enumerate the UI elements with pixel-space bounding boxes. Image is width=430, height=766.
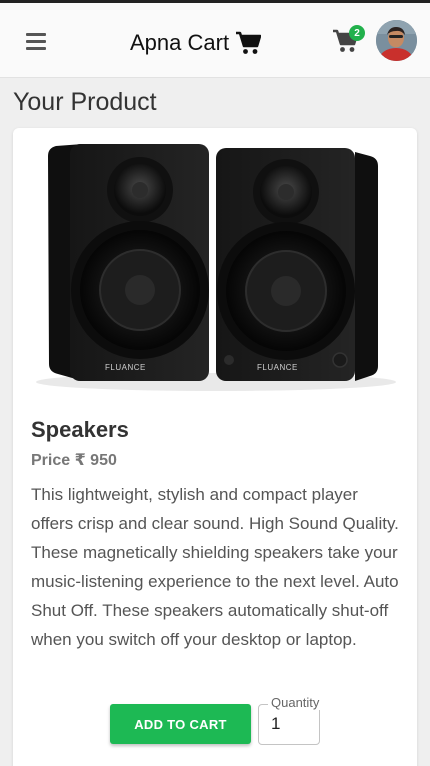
quantity-input[interactable]: [259, 705, 317, 742]
app-root: Apna Cart 2 Your Product FLUANCE FLUANCE…: [0, 0, 430, 766]
hamburger-menu-icon[interactable]: [24, 29, 48, 53]
app-header: Apna Cart 2: [0, 3, 430, 78]
svg-text:FLUANCE: FLUANCE: [105, 363, 146, 372]
user-avatar[interactable]: [376, 20, 417, 61]
product-card: FLUANCE FLUANCE Speakers Price ₹ 950 Thi…: [13, 128, 417, 766]
avatar-photo: [376, 20, 417, 61]
product-name: Speakers: [31, 417, 129, 442]
app-title: Apna Cart: [130, 30, 230, 55]
brand[interactable]: Apna Cart: [130, 29, 262, 57]
add-to-cart-button[interactable]: ADD TO CART: [110, 704, 251, 744]
cart-count-badge: 2: [349, 25, 365, 41]
svg-text:FLUANCE: FLUANCE: [257, 363, 298, 372]
product-price: Price ₹ 950: [31, 452, 117, 469]
product-image: FLUANCE FLUANCE: [36, 144, 396, 391]
product-description: This lightweight, stylish and compact pl…: [31, 485, 399, 649]
shopping-cart-icon: [236, 31, 262, 54]
page-title: Your Product: [13, 88, 157, 116]
quantity-field[interactable]: Quantity: [258, 695, 323, 745]
